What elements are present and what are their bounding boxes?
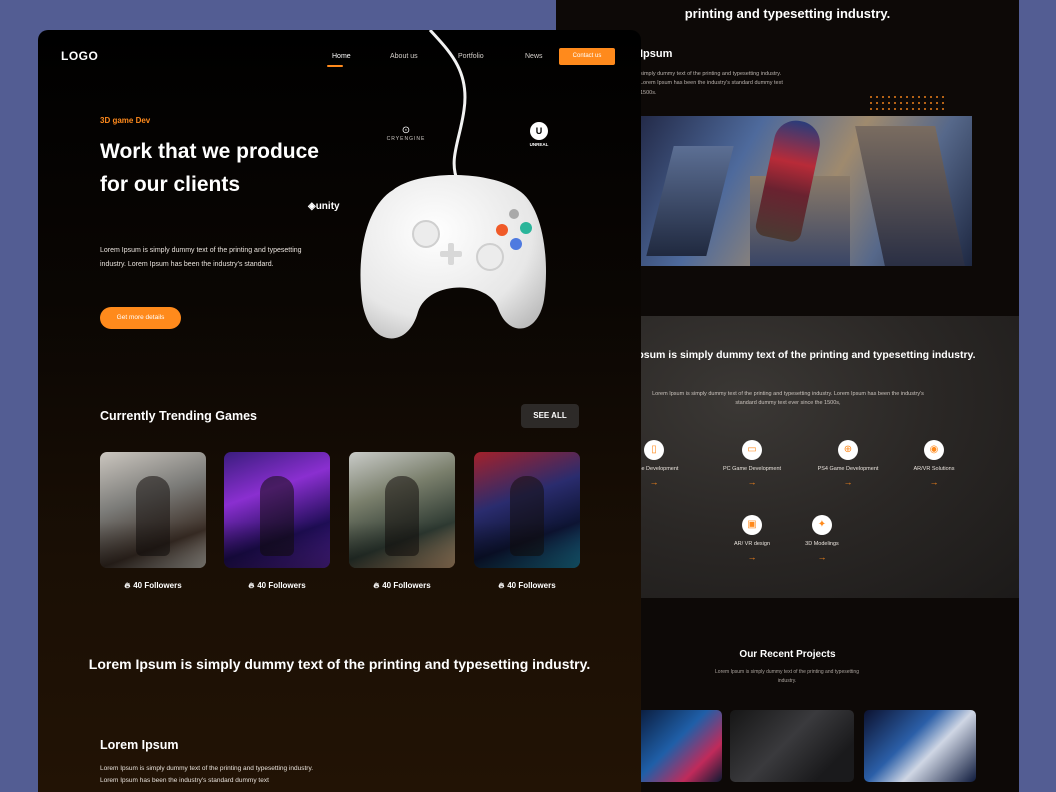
logo[interactable]: LOGO [61, 49, 98, 63]
flame-icon: 🔥︎ [248, 581, 255, 590]
flame-icon: 🔥︎ [498, 581, 505, 590]
service-label: AR/VR Solutions [913, 466, 955, 472]
arrow-right-icon[interactable]: → [798, 477, 898, 487]
game-card[interactable] [474, 452, 580, 568]
hero-title: Work that we produce for our clients [100, 140, 319, 196]
hero-eyebrow: 3D game Dev [100, 116, 151, 125]
arrow-right-icon[interactable]: → [702, 477, 802, 487]
arrow-right-icon[interactable]: → [884, 477, 984, 487]
project-thumbnail[interactable] [636, 710, 722, 782]
project-thumbnail[interactable] [730, 710, 854, 782]
service-label: 3D Modelings [805, 541, 839, 547]
section-subtitle: Lorem Ipsum [100, 738, 179, 752]
gamepad-icon: ⊕ [838, 440, 858, 460]
flame-icon: 🔥︎ [373, 581, 380, 590]
followers-label: 40 Followers [507, 581, 556, 590]
see-all-button[interactable]: SEE ALL [521, 404, 579, 428]
service-label: PC Game Development [722, 466, 782, 472]
followers-count: 🔥︎ 40 Followers [474, 581, 580, 591]
hero-artwork-image [640, 116, 972, 266]
service-ps4-game-development[interactable]: ⊕ PS4 Game Development → [798, 440, 898, 487]
about-title: Ipsum [640, 48, 673, 60]
section-heading: Lorem Ipsum is simply dummy text of the … [88, 656, 591, 672]
services-text: Lorem Ipsum is simply dummy text of the … [652, 391, 924, 407]
front-page: LOGO Home About us Portfolio News Contac… [38, 30, 641, 792]
get-more-details-button[interactable]: Get more details [100, 307, 181, 329]
game-controller-image [360, 30, 547, 339]
arrow-right-icon[interactable]: → [772, 552, 872, 562]
flame-icon: 🔥︎ [124, 581, 131, 590]
trending-games-title: Currently Trending Games [100, 409, 257, 423]
design-icon: ▣ [742, 515, 762, 535]
about-text: simply dummy text of the printing and ty… [640, 71, 783, 96]
mobile-icon: ▯ [644, 440, 664, 460]
monitor-icon: ▭ [742, 440, 762, 460]
game-card[interactable] [349, 452, 455, 568]
hero-text: Lorem Ipsum is simply dummy text of the … [100, 247, 302, 268]
followers-count: 🔥︎ 40 Followers [349, 581, 455, 591]
dot-pattern-decoration [868, 94, 944, 112]
game-card[interactable] [100, 452, 206, 568]
unity-icon: ◈ [308, 201, 316, 212]
project-thumbnail[interactable] [864, 710, 976, 782]
section-text: Lorem Ipsum is simply dummy text of the … [100, 765, 314, 785]
cube-icon: ✦ [812, 515, 832, 535]
followers-count: 🔥︎ 40 Followers [224, 581, 330, 591]
service-label: PS4 Game Development [817, 466, 879, 472]
game-card[interactable] [224, 452, 330, 568]
service-pc-game-development[interactable]: ▭ PC Game Development → [702, 440, 802, 487]
followers-label: 40 Followers [133, 581, 182, 590]
back-heading: printing and typesetting industry. [684, 6, 891, 21]
recent-projects-text: Lorem Ipsum is simply dummy text of the … [715, 669, 859, 684]
followers-count: 🔥︎ 40 Followers [100, 581, 206, 591]
vr-headset-icon: ◉ [924, 440, 944, 460]
service-3d-modelings[interactable]: ✦ 3D Modelings → [772, 515, 872, 562]
unity-name: unity [315, 201, 340, 212]
unity-logo: ◈unity [308, 201, 340, 212]
followers-label: 40 Followers [257, 581, 306, 590]
followers-label: 40 Followers [382, 581, 431, 590]
service-ar-vr-solutions[interactable]: ◉ AR/VR Solutions → [884, 440, 984, 487]
